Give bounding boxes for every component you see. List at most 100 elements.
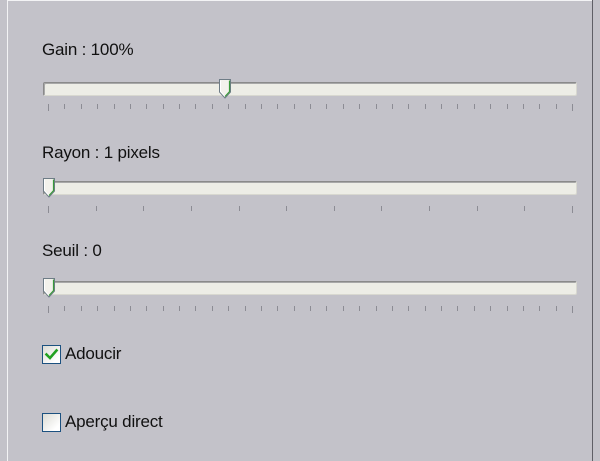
- slider-tick: [523, 306, 524, 311]
- slider-tick: [64, 306, 65, 311]
- slider-tick: [490, 104, 491, 109]
- slider-tick: [523, 104, 524, 109]
- slider-tick: [195, 306, 196, 311]
- slider-tick: [429, 206, 430, 211]
- slider-tick: [572, 104, 573, 111]
- slider-tick: [477, 206, 478, 211]
- slider-tick: [163, 104, 164, 109]
- slider-tick: [48, 306, 49, 313]
- slider-thumb-icon: [218, 79, 231, 99]
- slider-tick: [425, 306, 426, 311]
- slider-tick: [392, 306, 393, 311]
- slider-tick: [334, 206, 335, 211]
- radius-slider-ticks: [48, 206, 573, 214]
- gain-slider-thumb[interactable]: [218, 79, 231, 99]
- gain-slider-ticks: [48, 104, 573, 112]
- slider-tick: [310, 104, 311, 109]
- slider-tick: [212, 104, 213, 109]
- slider-tick: [48, 206, 49, 213]
- slider-tick: [81, 306, 82, 311]
- slider-tick: [474, 306, 475, 311]
- panel-top-edge: [8, 0, 592, 1]
- slider-tick: [539, 104, 540, 109]
- slider-tick: [381, 206, 382, 211]
- slider-tick: [195, 104, 196, 109]
- threshold-slider-track[interactable]: [43, 281, 577, 295]
- slider-tick: [64, 104, 65, 109]
- smooth-checkbox-row[interactable]: Adoucir: [42, 342, 121, 366]
- slider-tick: [572, 206, 573, 213]
- slider-tick: [572, 306, 573, 313]
- slider-tick: [359, 306, 360, 311]
- slider-tick: [343, 104, 344, 109]
- slider-tick: [239, 206, 240, 211]
- slider-tick: [556, 306, 557, 311]
- slider-tick: [376, 104, 377, 109]
- live-preview-checkbox[interactable]: [42, 412, 61, 432]
- slider-tick: [81, 104, 82, 109]
- radius-slider-thumb[interactable]: [43, 178, 55, 198]
- slider-tick: [114, 104, 115, 109]
- slider-tick: [261, 306, 262, 311]
- slider-tick: [228, 306, 229, 311]
- slider-tick: [277, 306, 278, 311]
- slider-tick: [441, 306, 442, 311]
- slider-tick: [146, 306, 147, 311]
- slider-tick: [277, 104, 278, 109]
- slider-tick: [294, 306, 295, 311]
- slider-thumb-icon: [43, 278, 55, 298]
- gain-slider-track[interactable]: [43, 82, 577, 96]
- checkmark-icon: [44, 348, 59, 360]
- slider-tick: [179, 306, 180, 311]
- slider-tick: [228, 104, 229, 109]
- slider-tick: [179, 104, 180, 109]
- slider-tick: [507, 104, 508, 109]
- slider-tick: [556, 104, 557, 109]
- slider-tick: [294, 104, 295, 109]
- slider-tick: [114, 306, 115, 311]
- slider-tick: [146, 104, 147, 109]
- threshold-slider-ticks: [48, 306, 573, 314]
- slider-tick: [376, 306, 377, 311]
- smooth-checkbox[interactable]: [42, 344, 61, 364]
- slider-tick: [539, 306, 540, 311]
- slider-tick: [143, 206, 144, 211]
- slider-tick: [408, 306, 409, 311]
- sharpen-settings-panel: Gain : 100% Rayon : 1 pixels Seuil : 0 A…: [7, 0, 593, 461]
- threshold-slider-thumb[interactable]: [43, 278, 55, 298]
- radius-label: Rayon : 1 pixels: [42, 143, 160, 162]
- live-preview-checkbox-label: Aperçu direct: [65, 412, 163, 431]
- slider-tick: [310, 306, 311, 311]
- threshold-label: Seuil : 0: [42, 241, 102, 260]
- slider-tick: [97, 306, 98, 311]
- slider-tick: [457, 306, 458, 311]
- gain-label: Gain : 100%: [42, 40, 134, 59]
- slider-thumb-icon: [43, 178, 55, 198]
- slider-tick: [474, 104, 475, 109]
- live-preview-checkbox-row[interactable]: Aperçu direct: [42, 410, 163, 434]
- slider-tick: [130, 104, 131, 109]
- slider-tick: [261, 104, 262, 109]
- slider-tick: [245, 306, 246, 311]
- slider-tick: [343, 306, 344, 311]
- smooth-checkbox-label: Adoucir: [65, 344, 122, 363]
- slider-tick: [130, 306, 131, 311]
- slider-tick: [441, 104, 442, 109]
- slider-tick: [245, 104, 246, 109]
- slider-tick: [326, 104, 327, 109]
- slider-tick: [524, 206, 525, 211]
- slider-tick: [163, 306, 164, 311]
- slider-tick: [48, 104, 49, 111]
- slider-tick: [191, 206, 192, 211]
- slider-tick: [96, 206, 97, 211]
- slider-tick: [326, 306, 327, 311]
- slider-tick: [392, 104, 393, 109]
- slider-tick: [507, 306, 508, 311]
- slider-tick: [490, 306, 491, 311]
- radius-slider-track[interactable]: [43, 181, 577, 195]
- slider-tick: [212, 306, 213, 311]
- slider-tick: [425, 104, 426, 109]
- slider-tick: [457, 104, 458, 109]
- slider-tick: [97, 104, 98, 109]
- slider-tick: [408, 104, 409, 109]
